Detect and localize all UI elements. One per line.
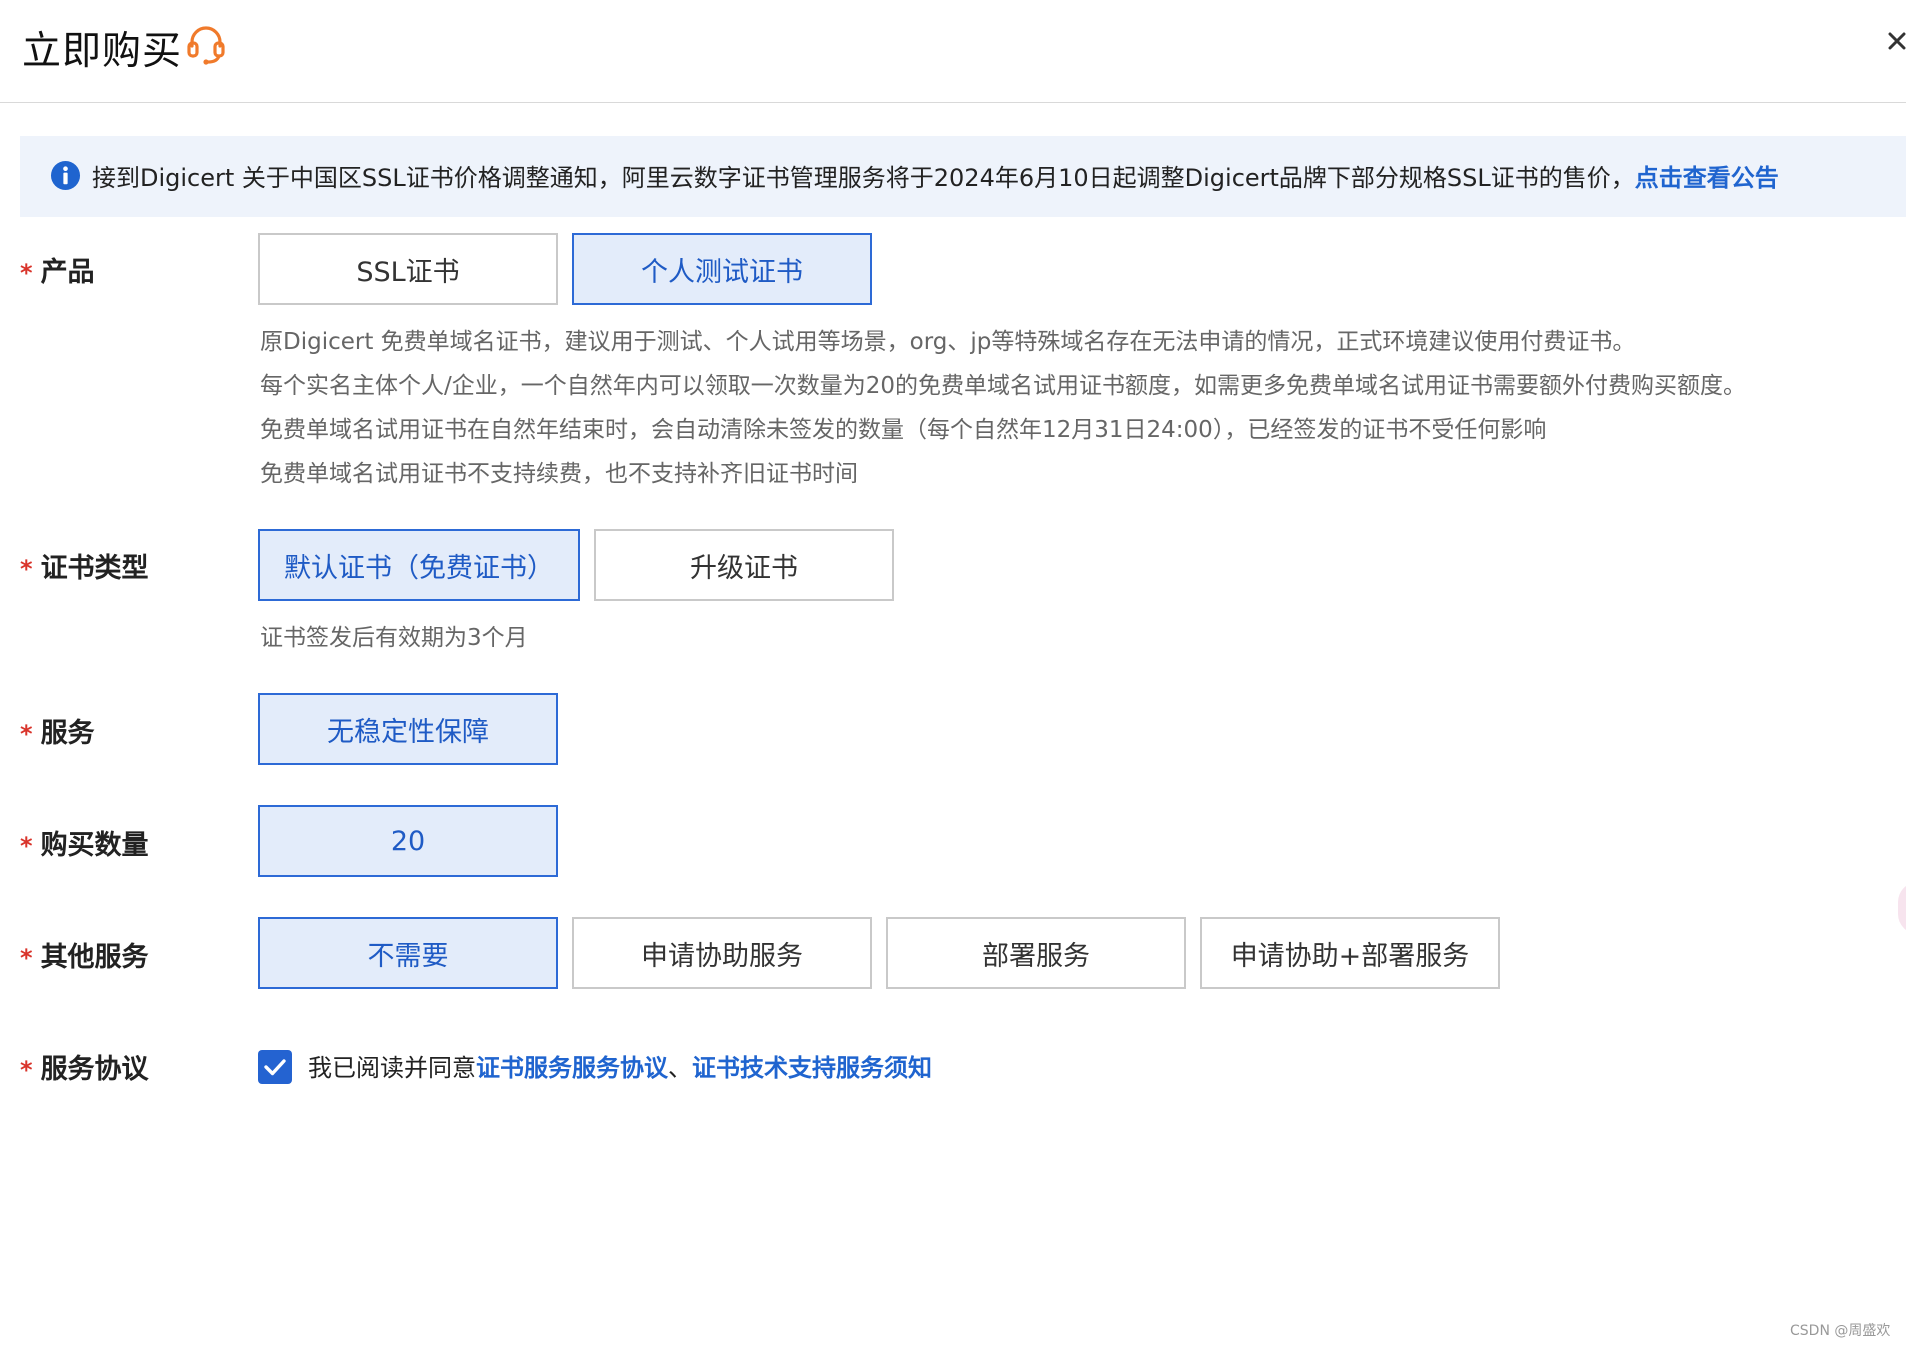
other-services-option-assist[interactable]: 申请协助服务 xyxy=(572,917,872,989)
notice-text: 接到Digicert 关于中国区SSL证书价格调整通知，阿里云数字证书管理服务将… xyxy=(92,158,1779,193)
service-agreement-link[interactable]: 证书服务服务协议 xyxy=(476,1054,668,1082)
required-mark: * xyxy=(20,720,33,748)
other-services-option-assist-deploy[interactable]: 申请协助+部署服务 xyxy=(1200,917,1500,989)
other-services-option-none[interactable]: 不需要 xyxy=(258,917,558,989)
info-icon xyxy=(50,160,81,191)
floating-help-bubble[interactable] xyxy=(1898,882,1906,934)
close-icon[interactable] xyxy=(1886,24,1906,58)
other-services-label-text: 其他服务 xyxy=(40,942,149,973)
headset-icon[interactable] xyxy=(184,22,228,66)
required-mark: * xyxy=(20,259,33,287)
product-desc-3: 免费单域名试用证书在自然年结束时，会自动清除未签发的数量（每个自然年12月31日… xyxy=(260,417,1547,443)
dialog-title: 立即购买 xyxy=(22,29,183,74)
product-option-personal-test[interactable]: 个人测试证书 xyxy=(572,233,872,305)
quantity-label-text: 购买数量 xyxy=(40,830,149,861)
cert-type-option-upgrade[interactable]: 升级证书 xyxy=(594,529,894,601)
notice-message: 接到Digicert 关于中国区SSL证书价格调整通知，阿里云数字证书管理服务将… xyxy=(92,164,1635,192)
notice-banner: 接到Digicert 关于中国区SSL证书价格调整通知，阿里云数字证书管理服务将… xyxy=(20,136,1906,217)
cert-type-label-text: 证书类型 xyxy=(40,553,149,584)
cert-type-label: * 证书类型 xyxy=(20,546,149,585)
quantity-label: * 购买数量 xyxy=(20,823,149,862)
service-label: * 服务 xyxy=(20,711,95,750)
cert-type-desc: 证书签发后有效期为3个月 xyxy=(260,625,528,651)
agreement-prefix: 我已阅读并同意 xyxy=(308,1054,476,1082)
check-icon xyxy=(264,1059,286,1076)
service-option-no-guarantee[interactable]: 无稳定性保障 xyxy=(258,693,558,765)
dialog-header: 立即购买 xyxy=(0,0,1906,103)
product-desc-2: 每个实名主体个人/企业，一个自然年内可以领取一次数量为20的免费单域名试用证书额… xyxy=(260,373,1747,399)
service-label-text: 服务 xyxy=(40,718,95,749)
required-mark: * xyxy=(20,944,33,972)
agreement-checkbox[interactable] xyxy=(258,1050,292,1084)
agreement-label-text: 服务协议 xyxy=(40,1054,149,1085)
product-option-ssl[interactable]: SSL证书 xyxy=(258,233,558,305)
product-desc-1: 原Digicert 免费单域名证书，建议用于测试、个人试用等场景，org、jp等… xyxy=(260,329,1636,355)
quantity-value[interactable]: 20 xyxy=(258,805,558,877)
watermark: CSDN @周盛欢 xyxy=(1790,1323,1891,1339)
cert-type-option-default[interactable]: 默认证书（免费证书） xyxy=(258,529,580,601)
required-mark: * xyxy=(20,1056,33,1084)
product-label-text: 产品 xyxy=(40,257,95,288)
other-services-option-deploy[interactable]: 部署服务 xyxy=(886,917,1186,989)
required-mark: * xyxy=(20,555,33,583)
other-services-label: * 其他服务 xyxy=(20,935,149,974)
product-label: * 产品 xyxy=(20,250,95,289)
required-mark: * xyxy=(20,832,33,860)
tech-support-notice-link[interactable]: 证书技术支持服务须知 xyxy=(692,1054,932,1082)
notice-link[interactable]: 点击查看公告 xyxy=(1635,164,1779,192)
product-desc-4: 免费单域名试用证书不支持续费，也不支持补齐旧证书时间 xyxy=(260,461,858,487)
agreement-text: 我已阅读并同意证书服务服务协议、证书技术支持服务须知 xyxy=(308,1048,932,1083)
agreement-separator: 、 xyxy=(668,1054,692,1082)
agreement-label: * 服务协议 xyxy=(20,1047,149,1086)
